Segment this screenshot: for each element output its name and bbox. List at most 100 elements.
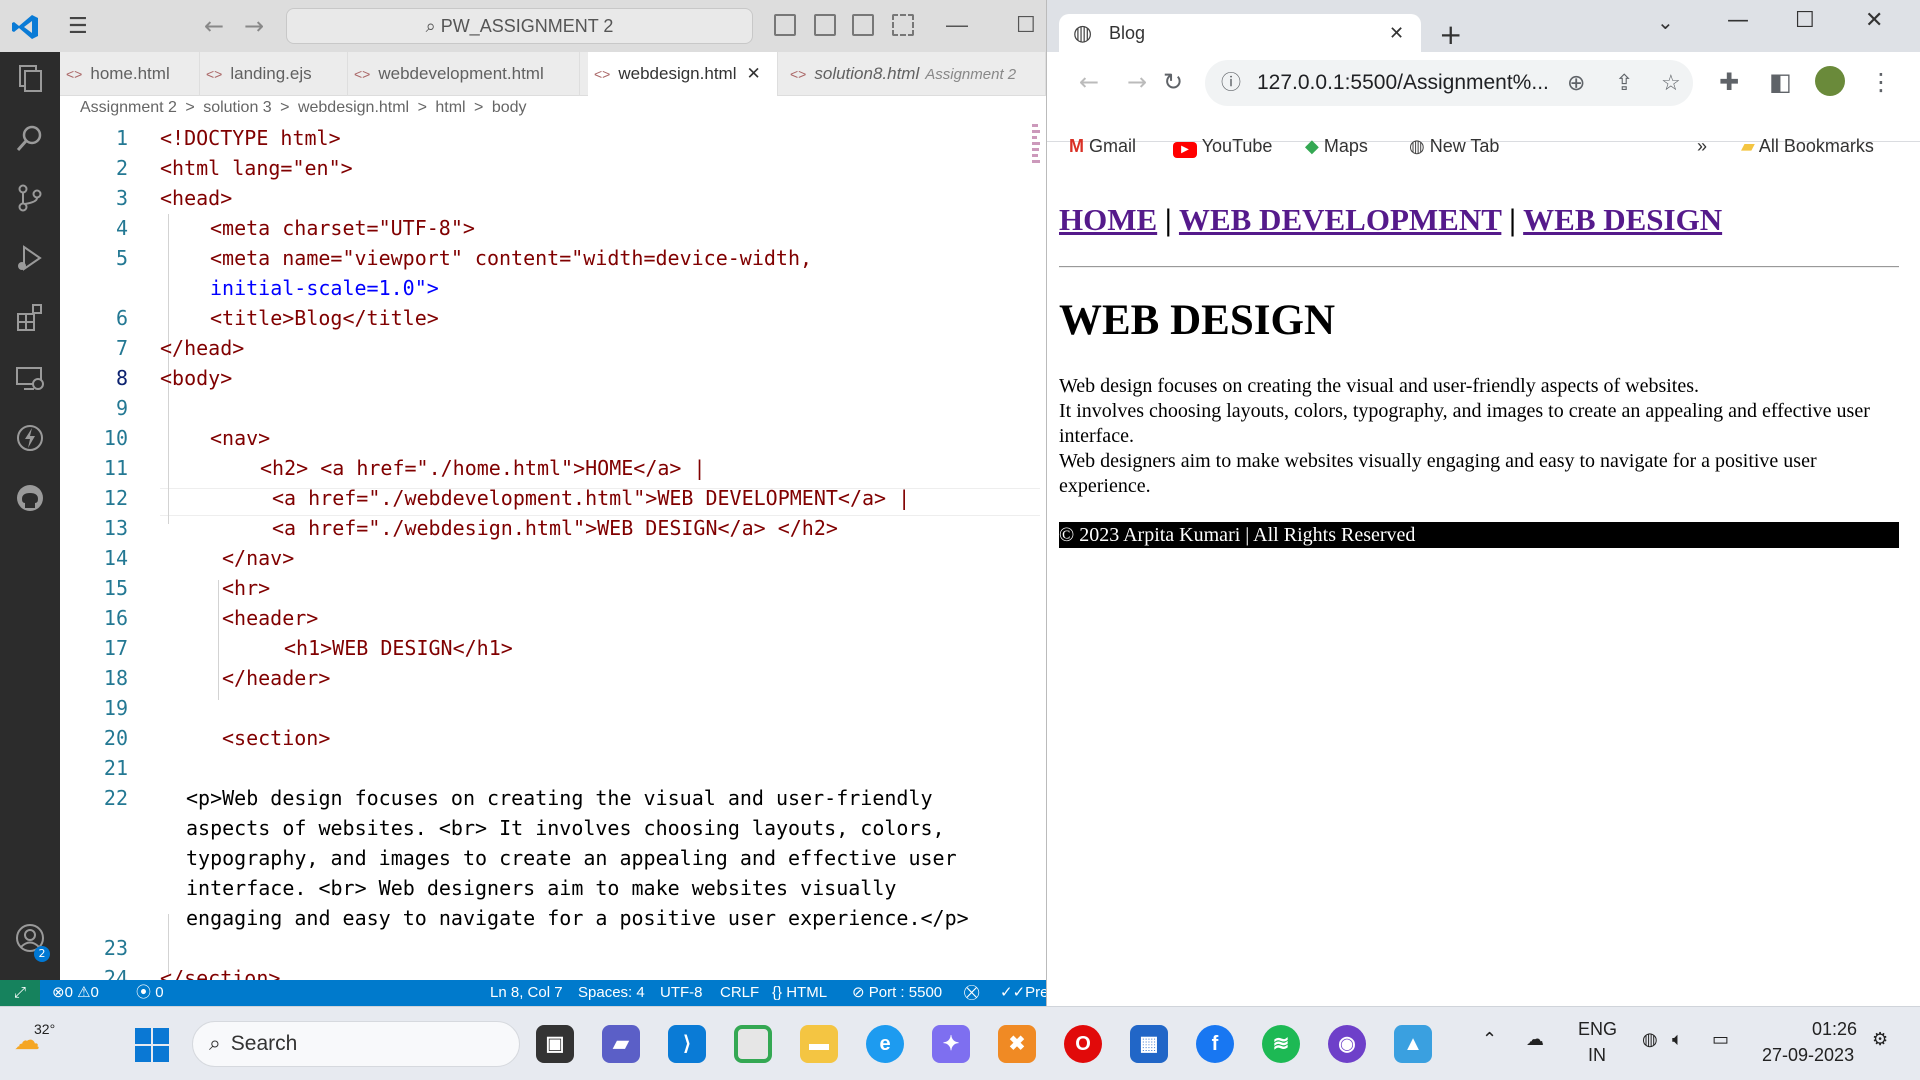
notifications-icon[interactable]: ⚙ [1872, 1029, 1888, 1050]
indent-guide [168, 914, 169, 974]
spotify-icon[interactable]: ≋ [1262, 1025, 1300, 1063]
tab-solution8-html[interactable]: <> solution8.html Assignment 2 [784, 52, 1046, 96]
breadcrumb-separator: > [185, 99, 195, 116]
explorer-icon[interactable] [12, 62, 48, 98]
source-control-icon[interactable] [12, 182, 48, 218]
xampp-icon[interactable]: ✖ [998, 1025, 1036, 1063]
microsoft-store-icon[interactable]: ▦ [1130, 1025, 1168, 1063]
menu-icon[interactable]: ☰ [68, 14, 88, 39]
close-window-icon[interactable]: ✕ [1865, 8, 1883, 33]
chrome-taskbar-icon[interactable] [734, 1025, 772, 1063]
clock-date[interactable]: 27-09-2023 [1762, 1045, 1854, 1066]
back-arrow-icon[interactable]: ← [204, 12, 224, 40]
nav-link-web-design[interactable]: WEB DESIGN [1523, 202, 1722, 237]
language-mode[interactable]: {} HTML [772, 980, 827, 1006]
tab-home-html[interactable]: <> home.html [60, 52, 200, 96]
copilot-icon[interactable]: ⛒ [964, 980, 979, 1006]
address-bar[interactable]: ⓘ 127.0.0.1:5500/Assignment%... ⊕ ⇪ ☆ [1205, 60, 1693, 106]
forward-arrow-icon[interactable]: → [244, 12, 264, 40]
github-desktop-icon[interactable]: ◉ [1328, 1025, 1366, 1063]
maximize-icon[interactable]: ☐ [1795, 8, 1815, 33]
bookmark-youtube[interactable]: ▶ YouTube [1173, 136, 1272, 158]
battery-icon[interactable]: ▭ [1712, 1029, 1729, 1050]
clock-time[interactable]: 01:26 [1812, 1019, 1857, 1040]
site-info-icon[interactable]: ⓘ [1221, 60, 1241, 106]
minimap[interactable] [1030, 124, 1042, 204]
zoom-icon[interactable]: ⊕ [1567, 60, 1585, 106]
file-explorer-icon[interactable]: ▬ [800, 1025, 838, 1063]
breadcrumb-item[interactable]: Assignment 2 [80, 99, 177, 116]
volume-icon[interactable]: 🔈︎ [1672, 1029, 1683, 1050]
forward-icon[interactable]: → [1127, 68, 1147, 96]
toggle-sidebar-icon[interactable] [774, 14, 796, 36]
tab-search-chevron-down-icon[interactable]: ⌄ [1657, 10, 1674, 34]
ports-indicator[interactable]: ⦿ 0 [136, 980, 164, 1006]
indentation[interactable]: Spaces: 4 [578, 980, 645, 1006]
language-top[interactable]: ENG [1578, 1019, 1617, 1040]
minimize-icon[interactable]: — [946, 12, 968, 38]
end-of-line[interactable]: CRLF [720, 980, 759, 1006]
minimize-icon[interactable]: — [1727, 8, 1749, 33]
side-panel-icon[interactable]: ◧ [1769, 68, 1792, 96]
command-center-search[interactable]: ⌕ PW_ASSIGNMENT 2 [286, 8, 753, 44]
problems-indicator[interactable]: ⊗0 ⚠0 [52, 980, 99, 1006]
page-paragraph: Web design focuses on creating the visua… [1059, 374, 1909, 499]
windows-start-icon[interactable] [134, 1027, 170, 1063]
new-tab-icon[interactable]: + [1439, 18, 1462, 51]
onedrive-offline-icon[interactable]: ☁ [1526, 1029, 1544, 1050]
vscode-taskbar-icon[interactable]: ⟩ [668, 1025, 706, 1063]
breadcrumb-item[interactable]: html [435, 99, 465, 116]
bookmark-new-tab[interactable]: ◍ New Tab [1409, 136, 1499, 157]
tab-webdesign-html[interactable]: <> webdesign.html ✕ [588, 52, 778, 96]
nav-link-home[interactable]: HOME [1059, 202, 1157, 237]
close-tab-icon[interactable]: ✕ [746, 64, 760, 83]
run-debug-icon[interactable] [12, 242, 48, 278]
close-tab-icon[interactable]: ✕ [1389, 14, 1404, 52]
network-globe-icon[interactable]: ◍ [1642, 1029, 1658, 1050]
reload-icon[interactable]: ↻ [1163, 68, 1183, 96]
code-editor[interactable]: 1 2 3 4 5 6 7 8 9 10 11 12 13 14 15 16 1… [60, 124, 1046, 980]
maximize-icon[interactable]: ☐ [1016, 12, 1036, 38]
teams-icon[interactable]: ▰ [602, 1025, 640, 1063]
prettier-status[interactable]: ✓✓Pre [1000, 980, 1046, 1006]
breadcrumb-item[interactable]: webdesign.html [298, 99, 409, 116]
nav-link-web-development[interactable]: WEB DEVELOPMENT [1179, 202, 1501, 237]
live-server-port[interactable]: ⊘ Port : 5500 [852, 980, 942, 1006]
remote-explorer-icon[interactable] [12, 362, 48, 398]
bookmarks-overflow[interactable]: » [1697, 136, 1707, 157]
github-icon[interactable] [12, 482, 48, 518]
encoding[interactable]: UTF-8 [660, 980, 703, 1006]
bookmark-gmail[interactable]: M Gmail [1069, 136, 1136, 157]
toggle-panel-icon[interactable] [814, 14, 836, 36]
bookmark-maps[interactable]: ◆ Maps [1305, 136, 1368, 157]
copilot-taskbar-icon[interactable]: ✦ [932, 1025, 970, 1063]
extensions-puzzle-icon[interactable]: ✚ [1719, 68, 1739, 96]
profile-avatar[interactable] [1815, 66, 1845, 96]
remote-indicator-icon[interactable]: ⤢ [0, 980, 40, 1006]
more-menu-icon[interactable]: ⋮ [1869, 68, 1893, 96]
show-hidden-icons-chevron-up-icon[interactable]: ⌃ [1482, 1029, 1497, 1050]
thunder-client-icon[interactable] [12, 422, 48, 458]
bookmark-star-icon[interactable]: ☆ [1661, 60, 1681, 106]
photos-icon[interactable]: ▲ [1394, 1025, 1432, 1063]
tab-webdevelopment-html[interactable]: <> webdevelopment.html [348, 52, 580, 96]
breadcrumb-item[interactable]: body [492, 99, 527, 116]
taskbar-search[interactable]: ⌕ Search [192, 1021, 520, 1067]
toggle-secondary-sidebar-icon[interactable] [852, 14, 874, 36]
task-view-icon[interactable]: ▣ [536, 1025, 574, 1063]
search-icon[interactable] [12, 122, 48, 158]
edge-icon[interactable]: e [866, 1025, 904, 1063]
page-nav: HOME | WEB DEVELOPMENT | WEB DESIGN [1059, 202, 1722, 238]
breadcrumb-item[interactable]: solution 3 [203, 99, 272, 116]
warning-icon: ⚠ [77, 984, 91, 1001]
share-icon[interactable]: ⇪ [1615, 60, 1633, 106]
facebook-icon[interactable]: f [1196, 1025, 1234, 1063]
opera-icon[interactable]: O [1064, 1025, 1102, 1063]
extensions-icon[interactable] [12, 302, 48, 338]
tab-landing-ejs[interactable]: <> landing.ejs [200, 52, 348, 96]
back-icon[interactable]: ← [1079, 68, 1099, 96]
all-bookmarks[interactable]: ▰ All Bookmarks [1741, 136, 1874, 157]
cursor-position[interactable]: Ln 8, Col 7 [490, 980, 563, 1006]
browser-tab[interactable]: ◍ Blog ✕ [1059, 14, 1421, 52]
customize-layout-icon[interactable] [892, 14, 914, 36]
